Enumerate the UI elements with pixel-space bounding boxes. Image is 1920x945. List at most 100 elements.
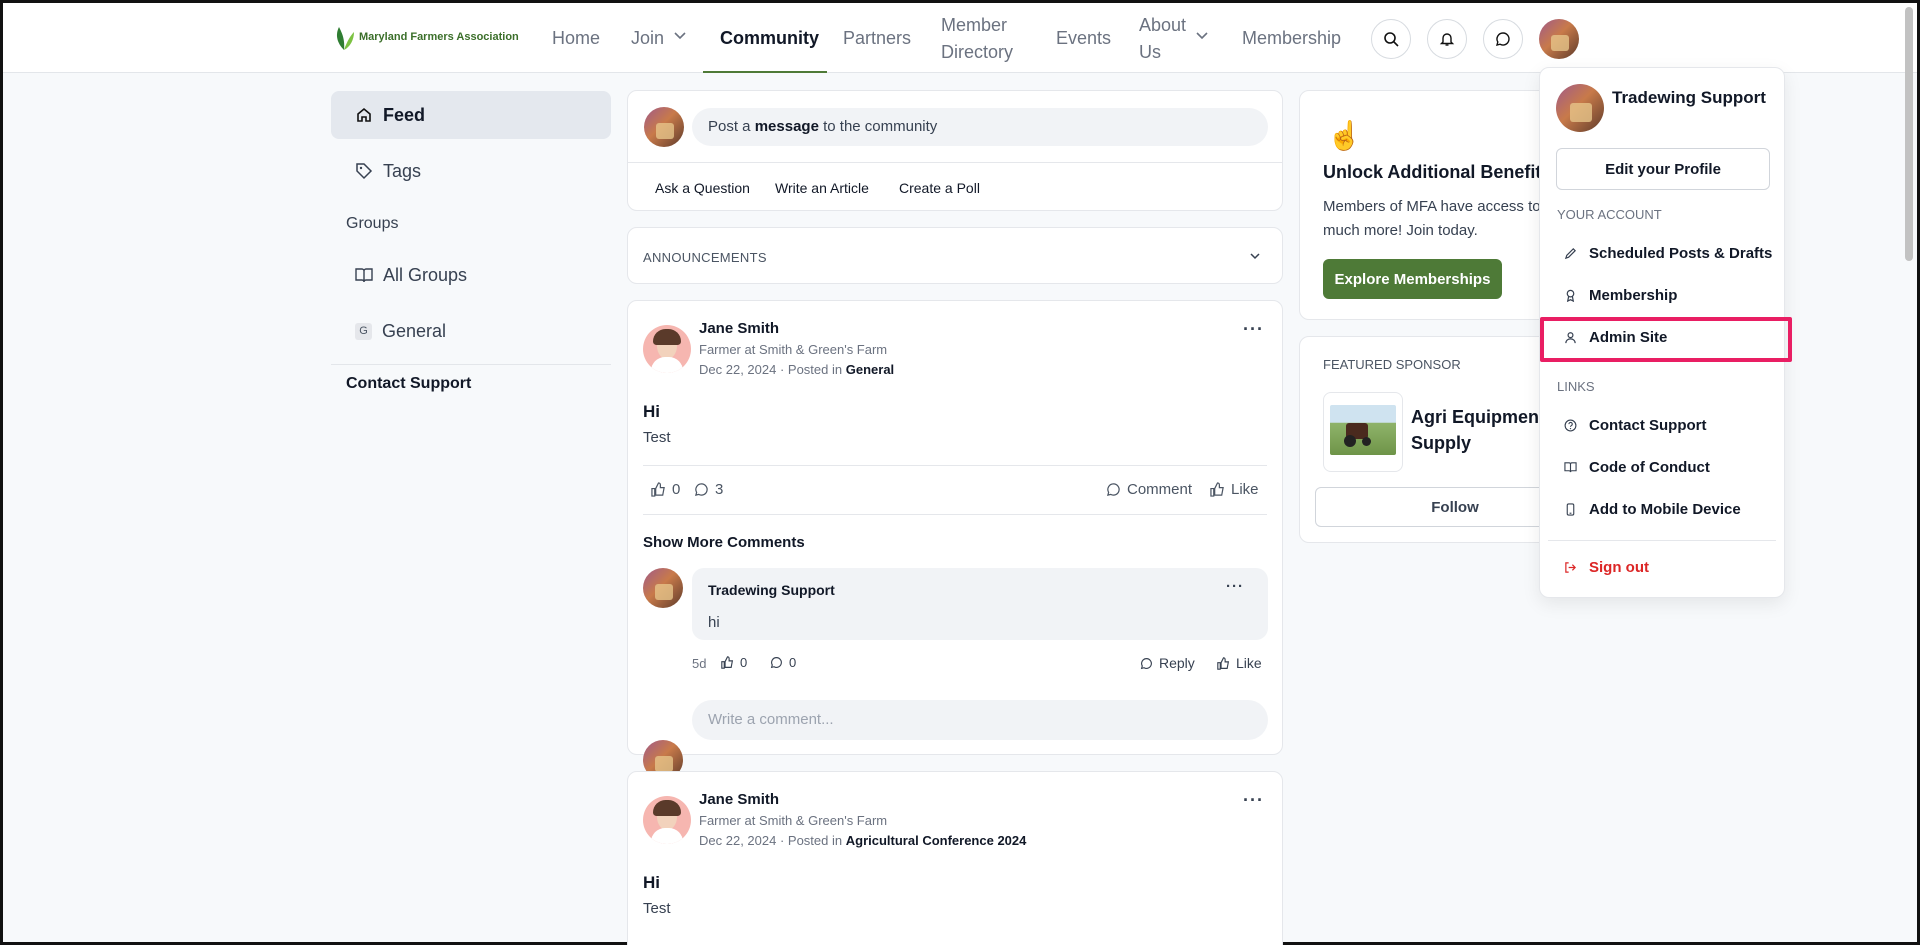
pencil-icon <box>1564 248 1576 260</box>
groups-heading: Groups <box>346 215 399 232</box>
smartphone-icon <box>1566 503 1575 516</box>
reply-like-button[interactable]: Like <box>1217 655 1262 671</box>
reply-author[interactable]: Tradewing Support <box>708 582 835 598</box>
menu-item-add-mobile[interactable]: Add to Mobile Device <box>1564 501 1741 518</box>
sidebar-contact-support[interactable]: Contact Support <box>346 375 471 393</box>
menu-item-sign-out[interactable]: Sign out <box>1564 559 1649 576</box>
links-heading: LINKS <box>1557 379 1595 394</box>
menu-item-label: Contact Support <box>1589 417 1707 434</box>
sidebar-item-tags[interactable]: Tags <box>331 147 611 195</box>
like-label: Like <box>1231 481 1259 498</box>
reply-label: Reply <box>1159 655 1195 671</box>
award-icon <box>1566 289 1575 302</box>
menu-item-code-of-conduct[interactable]: Code of Conduct <box>1564 459 1710 476</box>
nav-events[interactable]: Events <box>1056 25 1111 51</box>
join-chevron-down-icon[interactable] <box>674 32 686 40</box>
reply-avatar[interactable] <box>643 568 683 608</box>
bell-icon <box>1439 33 1455 46</box>
dropdown-avatar <box>1556 84 1604 132</box>
composer-input[interactable]: Post a message to the community <box>692 108 1268 146</box>
user-avatar-button[interactable] <box>1539 19 1579 59</box>
post-composer: Post a message to the community Ask a Qu… <box>627 90 1283 211</box>
nav-partners[interactable]: Partners <box>843 25 911 51</box>
benefits-title: Unlock Additional Benefits <box>1323 162 1552 182</box>
write-article-button[interactable]: Write an Article <box>775 180 869 196</box>
author-avatar[interactable] <box>643 796 691 844</box>
nav-join[interactable]: Join <box>631 25 664 51</box>
comment-input[interactable]: Write a comment... <box>692 700 1268 740</box>
more-options-icon[interactable]: ··· <box>1243 319 1264 340</box>
sidebar-item-general[interactable]: G General <box>331 307 611 355</box>
nav-about-line2[interactable]: Us <box>1139 39 1161 65</box>
post-title: Hi <box>643 402 660 421</box>
benefits-text-line2: much more! Join today. <box>1323 222 1478 239</box>
menu-item-scheduled-posts[interactable]: Scheduled Posts & Drafts <box>1564 245 1772 262</box>
post-group-link[interactable]: Agricultural Conference 2024 <box>846 833 1027 848</box>
nav-about-line1[interactable]: About <box>1139 12 1186 38</box>
menu-item-label: Code of Conduct <box>1589 459 1710 476</box>
notifications-button[interactable] <box>1427 19 1467 59</box>
reply-comment-count[interactable]: 0 <box>770 655 796 670</box>
search-button[interactable] <box>1371 19 1411 59</box>
post-title: Hi <box>643 873 660 892</box>
reply-comment-value: 0 <box>789 655 797 670</box>
sign-out-icon <box>1565 562 1576 573</box>
like-button[interactable]: Like <box>1210 481 1259 498</box>
chat-bubble-icon <box>1496 32 1510 46</box>
explore-memberships-button[interactable]: Explore Memberships <box>1323 259 1502 299</box>
reply-like-count[interactable]: 0 <box>721 655 747 670</box>
comment-label: Comment <box>1127 481 1193 498</box>
nav-home[interactable]: Home <box>552 25 600 51</box>
sponsor-logo[interactable] <box>1323 392 1403 472</box>
menu-item-membership[interactable]: Membership <box>1564 287 1677 304</box>
nav-membership[interactable]: Membership <box>1242 25 1341 51</box>
post-text: Test <box>643 900 671 917</box>
featured-sponsor-heading: FEATURED SPONSOR <box>1323 357 1461 372</box>
about-chevron-down-icon[interactable] <box>1196 32 1208 40</box>
home-icon <box>357 107 371 122</box>
search-icon <box>1384 32 1399 47</box>
nav-member-directory-line1[interactable]: Member <box>941 12 1007 38</box>
sidebar-item-label: Tags <box>383 160 422 181</box>
more-options-icon[interactable]: ··· <box>1243 790 1264 811</box>
post-author[interactable]: Jane Smith <box>699 320 779 337</box>
create-poll-button[interactable]: Create a Poll <box>899 180 980 196</box>
sidebar-divider <box>331 364 611 365</box>
announcements-panel[interactable]: ANNOUNCEMENTS <box>627 227 1283 284</box>
thumbs-up-icon <box>1217 656 1230 670</box>
comment-button[interactable]: Comment <box>1106 481 1192 498</box>
chevron-down-icon[interactable] <box>1250 253 1260 260</box>
thumbs-up-icon <box>1210 482 1224 497</box>
page-scrollbar[interactable] <box>1905 7 1913 261</box>
ask-question-button[interactable]: Ask a Question <box>655 180 750 196</box>
sponsor-name-line2[interactable]: Supply <box>1411 433 1471 454</box>
comment-count[interactable]: 3 <box>694 481 723 498</box>
post-group-link[interactable]: General <box>846 362 894 377</box>
comment-icon <box>1107 483 1120 496</box>
composer-bold: message <box>754 118 819 135</box>
nav-community[interactable]: Community <box>720 25 819 51</box>
sponsor-name-line1[interactable]: Agri Equipment <box>1411 407 1545 428</box>
post-author[interactable]: Jane Smith <box>699 791 779 808</box>
reply-button[interactable]: Reply <box>1140 655 1195 671</box>
edit-profile-button[interactable]: Edit your Profile <box>1556 148 1770 190</box>
menu-item-contact-support[interactable]: Contact Support <box>1564 417 1707 434</box>
sidebar-item-label: All Groups <box>383 264 468 285</box>
reply-text: hi <box>708 614 720 631</box>
messages-button[interactable] <box>1483 19 1523 59</box>
nav-member-directory-line2[interactable]: Directory <box>941 39 1013 65</box>
menu-item-label: Scheduled Posts & Drafts <box>1589 245 1773 262</box>
comment-count-value: 3 <box>715 481 724 498</box>
post-date: Dec 22, 2024 <box>699 362 777 377</box>
top-header: Maryland Farmers Association Home Join C… <box>3 3 1917 73</box>
like-count[interactable]: 0 <box>651 481 680 498</box>
author-role: Farmer at Smith & Green's Farm <box>699 342 888 357</box>
site-logo[interactable]: Maryland Farmers Association <box>333 23 519 51</box>
author-avatar[interactable] <box>643 325 691 373</box>
show-more-comments[interactable]: Show More Comments <box>643 534 805 551</box>
active-tab-underline <box>703 71 827 73</box>
sidebar-item-all-groups[interactable]: All Groups <box>331 251 611 299</box>
reply-more-icon[interactable]: ··· <box>1226 578 1244 595</box>
dropdown-user-name: Tradewing Support <box>1612 88 1766 107</box>
sidebar-item-feed[interactable]: Feed <box>331 91 611 139</box>
